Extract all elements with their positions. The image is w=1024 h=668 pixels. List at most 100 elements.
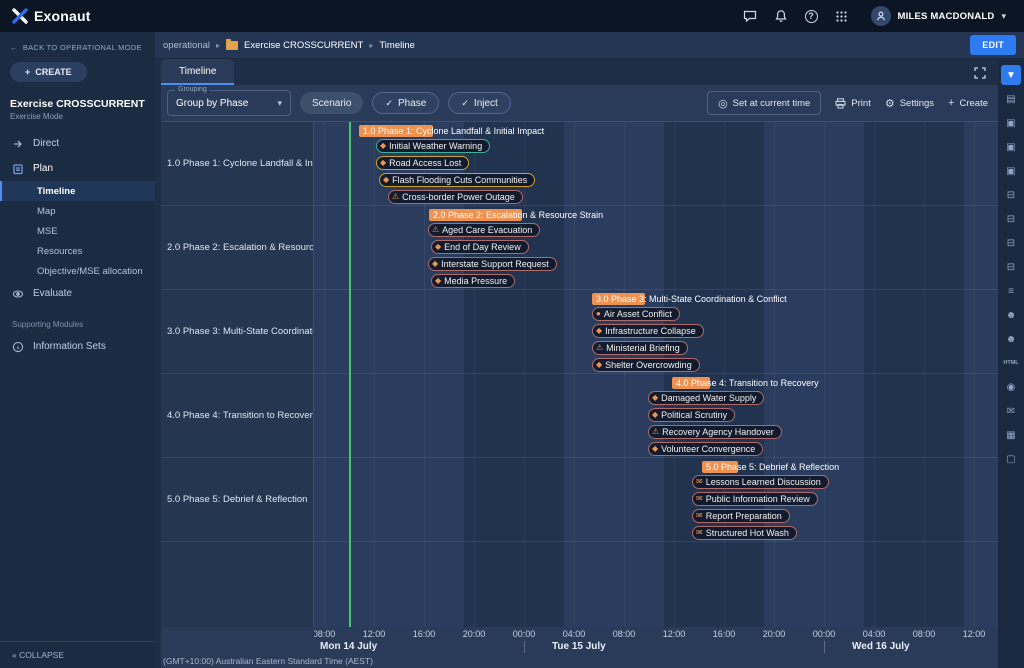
diamond-icon: ◆ xyxy=(596,327,602,335)
users-icon[interactable]: ☻ xyxy=(1001,305,1021,325)
inject-label: Road Access Lost xyxy=(389,158,461,168)
inject-pill[interactable]: ✉Report Preparation xyxy=(692,509,790,523)
time-tick-label: 08:00 xyxy=(613,629,636,639)
time-tick-label: 12:00 xyxy=(963,629,986,639)
sidebar-item-resources[interactable]: Resources xyxy=(0,241,155,261)
inject-pill[interactable]: ⚠Ministerial Briefing xyxy=(592,341,688,355)
supporting-modules-label: Supporting Modules xyxy=(0,306,155,334)
inject-pill[interactable]: ◆Shelter Overcrowding xyxy=(592,358,700,372)
eye-icon xyxy=(12,288,24,300)
sidebar-item-direct[interactable]: Direct xyxy=(0,131,155,156)
set-at-current-time-button[interactable]: ◎ Set at current time xyxy=(707,91,821,115)
sidebar-item-timeline[interactable]: Timeline xyxy=(0,181,155,201)
button-label: Create xyxy=(959,98,988,109)
help-icon[interactable]: ? xyxy=(805,10,818,23)
archive-icon[interactable]: ⊟ xyxy=(1001,185,1021,205)
inject-pill[interactable]: ◆Media Pressure xyxy=(431,274,515,288)
image-card-icon[interactable]: ▣ xyxy=(1001,113,1021,133)
html-icon[interactable]: HTML xyxy=(1001,353,1021,373)
inject-label: End of Day Review xyxy=(444,242,521,252)
inject-label: Ministerial Briefing xyxy=(606,343,680,353)
inject-pill[interactable]: ✉Structured Hot Wash xyxy=(692,526,797,540)
logo-x-icon xyxy=(12,8,28,24)
create-inject-button[interactable]: + Create xyxy=(948,97,988,109)
tab-timeline[interactable]: Timeline xyxy=(161,59,234,85)
inject-pill[interactable]: ◆Political Scrutiny xyxy=(648,408,735,422)
inject-pill[interactable]: ◆Infrastructure Collapse xyxy=(592,324,704,338)
list-icon[interactable]: ≡ xyxy=(1001,281,1021,301)
sidebar-item-map[interactable]: Map xyxy=(0,201,155,221)
diamond-icon: ◆ xyxy=(596,361,602,369)
sidebar-item-information-sets[interactable]: Information Sets xyxy=(0,334,155,359)
chip-label: Phase xyxy=(398,98,426,109)
inject-pill[interactable]: ◆Interstate Support Request xyxy=(428,257,557,271)
chart-icon[interactable]: ▦ xyxy=(1001,425,1021,445)
time-tick-label: 04:00 xyxy=(863,629,886,639)
filter-chip-inject[interactable]: ✓ Inject xyxy=(448,92,510,114)
apps-grid-icon[interactable] xyxy=(834,9,849,24)
inject-pill[interactable]: ◆Damaged Water Supply xyxy=(648,391,764,405)
create-button[interactable]: + CREATE xyxy=(10,62,87,82)
inject-pill[interactable]: ⚠Cross-border Power Outage xyxy=(388,190,523,204)
chat-icon[interactable] xyxy=(743,9,758,24)
user-menu[interactable]: MILES MACDONALD ▾ xyxy=(865,3,1012,29)
diamond-icon: ◆ xyxy=(652,394,658,402)
settings-button[interactable]: ⚙ Settings xyxy=(885,97,934,110)
warning-icon: ⚠ xyxy=(596,344,603,352)
archive-icon[interactable]: ⊟ xyxy=(1001,233,1021,253)
image-card-icon[interactable]: ▣ xyxy=(1001,161,1021,181)
user-name: MILES MACDONALD xyxy=(898,11,995,22)
phase-bar-label: 4.0 Phase 4: Transition to Recovery xyxy=(676,377,819,390)
document-icon[interactable]: ▤ xyxy=(1001,89,1021,109)
sidebar-item-plan[interactable]: Plan xyxy=(0,156,155,181)
filter-chip-scenario[interactable]: Scenario xyxy=(300,92,363,114)
sidebar-item-label: Plan xyxy=(33,163,53,174)
inject-pill[interactable]: ✉Public Information Review xyxy=(692,492,818,506)
warning-icon: ⚠ xyxy=(432,226,439,234)
fullscreen-icon[interactable] xyxy=(974,67,986,79)
bell-icon[interactable] xyxy=(774,9,789,24)
chip-label: Inject xyxy=(474,98,498,109)
edit-button[interactable]: EDIT xyxy=(970,35,1016,55)
inject-pill[interactable]: ⚠Recovery Agency Handover xyxy=(648,425,782,439)
toolbar-actions: ◎ Set at current time Print ⚙ Settings xyxy=(707,91,988,115)
inject-pill[interactable]: ✉Lessons Learned Discussion xyxy=(692,475,829,489)
inject-pill[interactable]: ◆Flash Flooding Cuts Communities xyxy=(379,173,535,187)
grouping-select[interactable]: Grouping Group by Phase ▾ xyxy=(167,90,291,116)
timeline-panel: Grouping Group by Phase ▾ Scenario ✓ Pha… xyxy=(161,85,998,668)
filter-chip-phase[interactable]: ✓ Phase xyxy=(372,92,439,114)
bell-icon[interactable]: ◉ xyxy=(1001,377,1021,397)
inject-pill[interactable]: ⚠Aged Care Evacuation xyxy=(428,223,540,237)
collapse-label: COLLAPSE xyxy=(19,650,64,660)
app-logo[interactable]: Exonaut xyxy=(12,8,91,24)
filter-icon[interactable]: ▼ xyxy=(1001,65,1021,85)
inject-pill[interactable]: ◆End of Day Review xyxy=(431,240,529,254)
inject-pill[interactable]: ◆Initial Weather Warning xyxy=(376,139,490,153)
sidebar-item-evaluate[interactable]: Evaluate xyxy=(0,281,155,306)
inject-label: Report Preparation xyxy=(706,511,782,521)
users-icon[interactable]: ☻ xyxy=(1001,329,1021,349)
inject-pill[interactable]: ◆Road Access Lost xyxy=(376,156,469,170)
arrow-icon xyxy=(12,138,24,150)
breadcrumb-operational[interactable]: operational xyxy=(163,40,210,51)
collapse-sidebar-button[interactable]: « COLLAPSE xyxy=(0,641,155,668)
breadcrumb-exercise[interactable]: Exercise CROSSCURRENT xyxy=(244,40,363,51)
diamond-icon: ◆ xyxy=(380,142,386,150)
gantt-grid[interactable]: 1.0 Phase 1: Cyclone Landfall & Initial … xyxy=(314,122,998,627)
archive-icon[interactable]: ⊟ xyxy=(1001,209,1021,229)
chevron-down-icon: ▾ xyxy=(1001,11,1006,22)
sidebar-item-label: Evaluate xyxy=(33,288,72,299)
time-tick-row: 08:0012:0016:0020:0000:0004:0008:0012:00… xyxy=(314,627,998,640)
briefcase-icon[interactable]: ▢ xyxy=(1001,449,1021,469)
image-card-icon[interactable]: ▣ xyxy=(1001,137,1021,157)
archive-icon[interactable]: ⊟ xyxy=(1001,257,1021,277)
sidebar-item-mse[interactable]: MSE xyxy=(0,221,155,241)
back-to-operational-link[interactable]: ← BACK TO OPERATIONAL MODE xyxy=(0,32,155,56)
mail-icon[interactable]: ✉ xyxy=(1001,401,1021,421)
print-button[interactable]: Print xyxy=(835,98,871,109)
diamond-icon: ◆ xyxy=(383,176,389,184)
inject-pill[interactable]: ●Air Asset Conflict xyxy=(592,307,680,321)
sidebar-item-objective-mse-allocation[interactable]: Objective/MSE allocation xyxy=(0,261,155,281)
inject-pill[interactable]: ◆Volunteer Convergence xyxy=(648,442,763,456)
phase-row-label: 3.0 Phase 3: Multi-State Coordination... xyxy=(161,290,313,374)
